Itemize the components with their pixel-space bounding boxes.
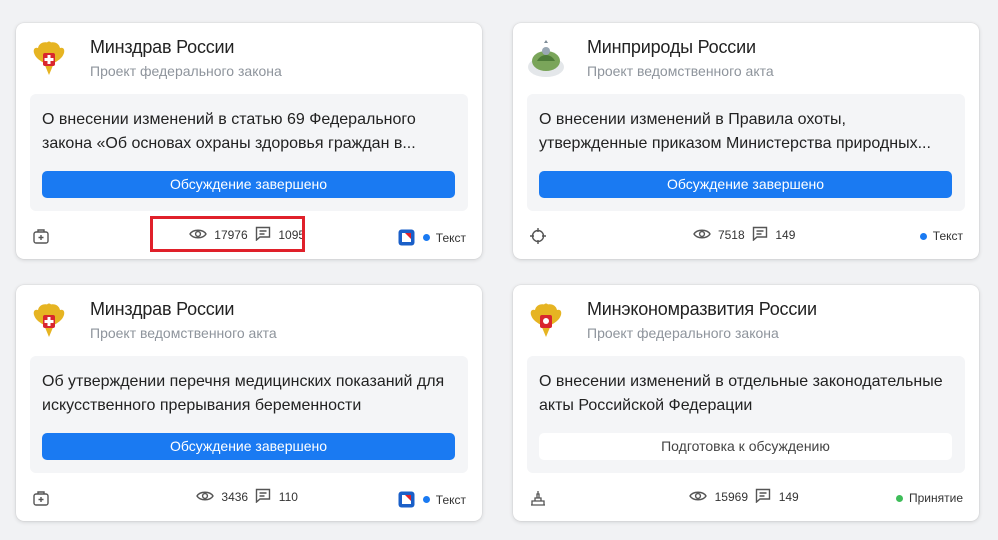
eye-icon — [692, 228, 711, 243]
stage-dot — [422, 234, 430, 241]
gosuslugi-logo-icon[interactable] — [398, 491, 415, 508]
coat-of-arms-icon — [530, 303, 562, 337]
document-type: Проект федерального закона — [90, 63, 282, 79]
ministry-name: Минздрав России — [90, 299, 235, 319]
comments-count: 149 — [775, 228, 796, 242]
discussion-status-button[interactable]: Обсуждение завершено — [42, 433, 455, 460]
stage-tag: Текст — [398, 229, 466, 246]
card-stats: 7518 149 — [513, 226, 979, 244]
document-type: Проект федерального закона — [587, 325, 779, 341]
nature-ministry-emblem-icon — [528, 40, 564, 77]
comments-count: 149 — [778, 490, 799, 504]
stage-dot — [896, 494, 903, 502]
gosuslugi-logo-icon[interactable] — [398, 229, 415, 246]
project-card[interactable]: Минприроды России Проект ведомственного … — [513, 23, 979, 259]
comments-count: 110 — [278, 490, 298, 504]
comment-icon — [255, 488, 271, 506]
discussion-status-button[interactable]: Обсуждение завершено — [539, 171, 952, 198]
document-type: Проект ведомственного акта — [587, 63, 774, 79]
highlight-box — [150, 216, 305, 252]
comment-icon — [755, 488, 771, 506]
project-title[interactable]: О внесении изменений в статью 69 Федерал… — [42, 108, 452, 156]
views-count: 7518 — [717, 228, 745, 242]
card-body: О внесении изменений в отдельные законод… — [527, 356, 965, 473]
project-card[interactable]: Минздрав России Проект ведомственного ак… — [16, 285, 482, 521]
card-body: О внесении изменений в Правила охоты, ут… — [527, 94, 965, 211]
eye-icon — [689, 490, 708, 505]
card-body: О внесении изменений в статью 69 Федерал… — [30, 94, 468, 211]
card-body: Об утверждении перечня медицинских показ… — [30, 356, 468, 473]
stage-dot — [919, 232, 927, 240]
project-title[interactable]: Об утверждении перечня медицинских показ… — [42, 370, 452, 418]
stage-label: Текст — [932, 229, 963, 243]
coat-of-arms-icon — [33, 41, 65, 75]
stage-label: Текст — [435, 230, 466, 245]
stage-tag: Текст — [919, 229, 963, 243]
views-count: 3436 — [221, 490, 249, 504]
discussion-status-button[interactable]: Подготовка к обсуждению — [539, 433, 952, 460]
project-card[interactable]: Минэкономразвития России Проект федераль… — [513, 285, 979, 521]
stage-tag: Принятие — [896, 491, 963, 505]
coat-of-arms-icon — [33, 303, 65, 337]
stage-label: Принятие — [909, 491, 963, 505]
views-count: 15969 — [714, 490, 748, 504]
ministry-name: Минприроды России — [587, 37, 756, 57]
stage-dot — [422, 496, 430, 503]
comment-icon — [752, 226, 768, 244]
eye-icon — [196, 490, 214, 505]
discussion-status-button[interactable]: Обсуждение завершено — [42, 171, 455, 198]
ministry-name: Минздрав России — [90, 37, 235, 57]
project-title[interactable]: О внесении изменений в Правила охоты, ут… — [539, 108, 949, 156]
project-title[interactable]: О внесении изменений в отдельные законод… — [539, 370, 949, 418]
ministry-name: Минэкономразвития России — [587, 299, 817, 319]
stage-tag: Текст — [398, 491, 466, 508]
document-type: Проект ведомственного акта — [90, 325, 277, 341]
stage-label: Текст — [435, 492, 466, 507]
project-card[interactable]: Минздрав России Проект федерального зако… — [16, 23, 482, 259]
